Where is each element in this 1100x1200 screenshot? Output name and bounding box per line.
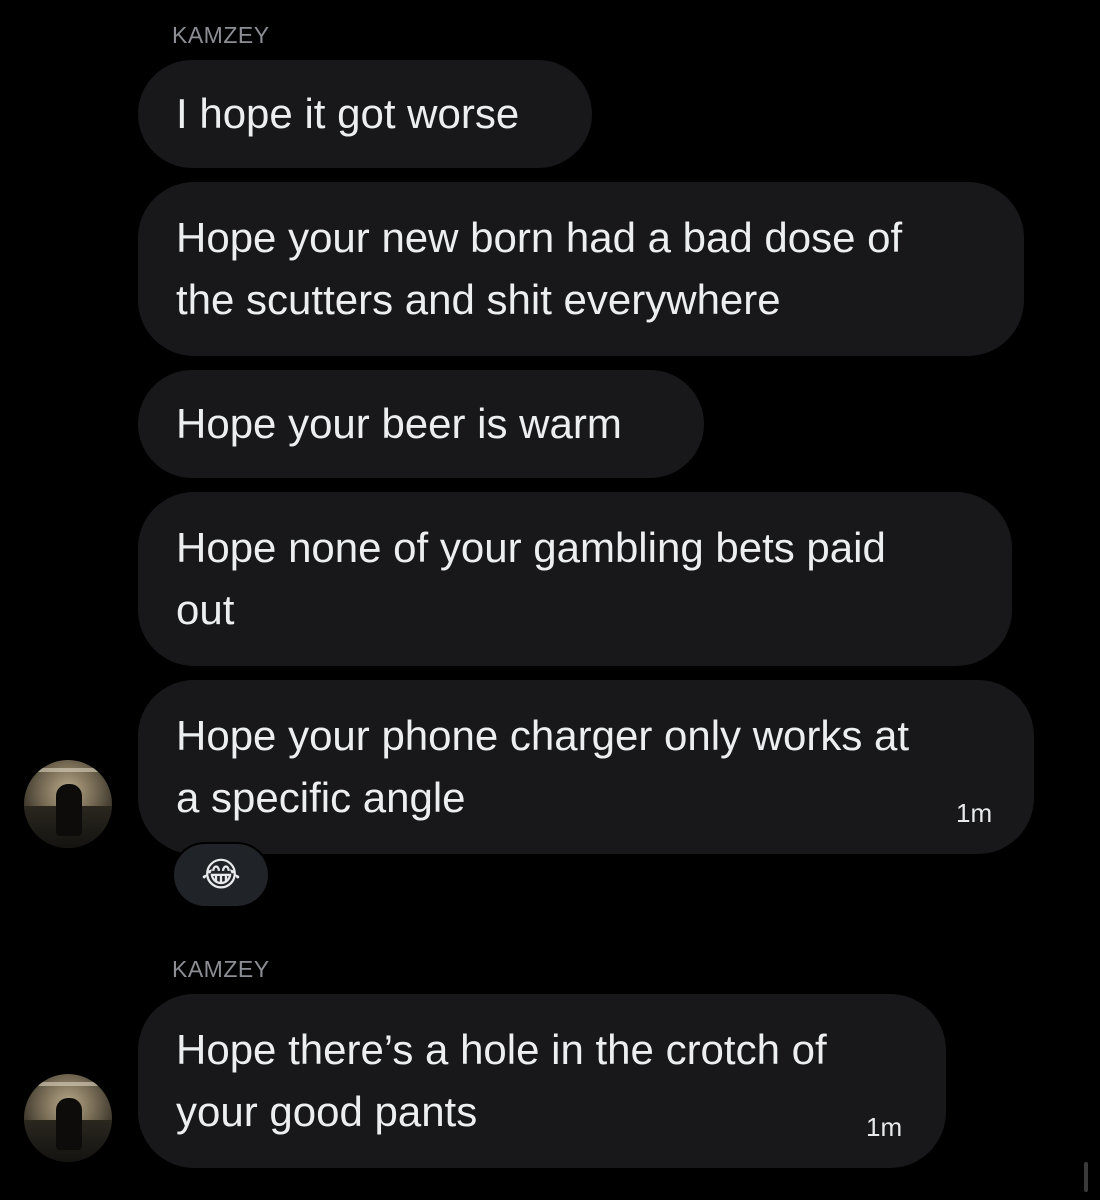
- message-text: Hope none of your gambling bets paid out: [176, 524, 886, 633]
- avatar-figure: [56, 784, 82, 836]
- message-bubble[interactable]: Hope none of your gambling bets paid out: [138, 492, 1012, 666]
- message-bubble[interactable]: Hope your phone charger only works at a …: [138, 680, 1034, 854]
- scrollbar-thumb[interactable]: [1084, 1162, 1088, 1192]
- message-bubble[interactable]: Hope your beer is warm: [138, 370, 704, 478]
- reaction-badge[interactable]: 😂: [172, 842, 270, 908]
- sender-name: KAMZEY: [172, 956, 270, 982]
- message-bubble[interactable]: Hope there’s a hole in the crotch of you…: [138, 994, 946, 1168]
- message-text: Hope your phone charger only works at a …: [176, 712, 910, 821]
- message-timestamp: 1m: [956, 798, 993, 828]
- message-timestamp: 1m: [866, 1112, 903, 1142]
- message-text: Hope your beer is warm: [176, 400, 622, 447]
- sender-name: KAMZEY: [172, 22, 270, 48]
- message-text: Hope your new born had a bad dose of the…: [176, 214, 903, 323]
- message-text: I hope it got worse: [176, 90, 520, 137]
- message-bubble[interactable]: I hope it got worse: [138, 60, 592, 168]
- avatar-figure: [56, 1098, 82, 1150]
- avatar-caption-mark: [36, 768, 100, 772]
- laughing-tears-emoji-icon: 😂: [201, 855, 241, 895]
- avatar-caption-mark: [36, 1082, 100, 1086]
- avatar[interactable]: [24, 1074, 112, 1162]
- message-bubble[interactable]: Hope your new born had a bad dose of the…: [138, 182, 1024, 356]
- avatar[interactable]: [24, 760, 112, 848]
- message-text: Hope there’s a hole in the crotch of you…: [176, 1026, 827, 1135]
